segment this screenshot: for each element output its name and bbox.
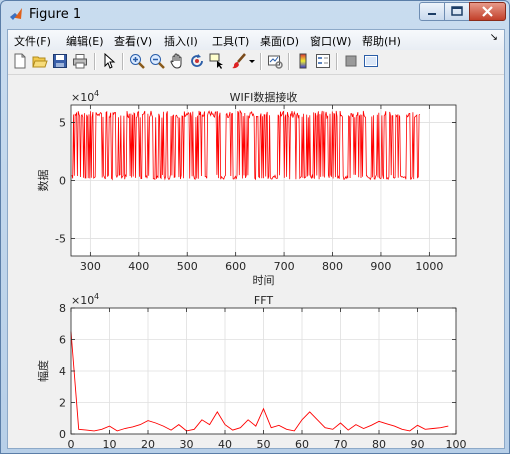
minimize-icon [428, 13, 436, 15]
x-tick-label: 500 [177, 260, 198, 273]
x-tick-label: 400 [128, 260, 149, 273]
menu-window[interactable]: 窗口(W) [310, 33, 351, 49]
colorbar-icon[interactable] [295, 53, 311, 69]
y-tick-label: 6 [59, 334, 66, 347]
figure-toolbar [8, 50, 504, 75]
x-tick-label: 20 [141, 438, 155, 448]
maximize-icon [451, 6, 463, 16]
menu-bar: 文件(F) 编辑(E) 查看(V) 插入(I) 工具(T) 桌面(D) 窗口(W… [8, 30, 504, 50]
y-tick-label: 0 [59, 175, 66, 188]
axis-exponent-power: 4 [94, 292, 99, 301]
toolbar-separator [336, 53, 338, 70]
y-tick-label: 0 [59, 428, 66, 441]
menu-file[interactable]: 文件(F) [14, 33, 51, 49]
axis-exponent: ×10 [71, 294, 94, 307]
toolbar-separator [94, 53, 96, 70]
toolbar-separator [122, 53, 124, 70]
print-icon[interactable] [72, 53, 88, 69]
maximize-button[interactable] [444, 2, 470, 21]
toolbar-separator [260, 53, 262, 70]
legend-icon[interactable] [315, 53, 331, 69]
figure-window: Figure 1 文件(F) 编辑(E) 查看(V) 插入(I) 工具(T) 桌… [0, 0, 510, 454]
menu-dock-arrow-icon[interactable]: ↘ [490, 32, 498, 43]
x-tick-label: 10 [103, 438, 117, 448]
x-tick-label: 50 [257, 438, 271, 448]
brush-dropdown-icon[interactable] [248, 53, 256, 69]
title-bar[interactable]: Figure 1 [1, 1, 509, 29]
x-tick-label: 60 [295, 438, 309, 448]
open-file-icon[interactable] [32, 53, 48, 69]
x-tick-label: 30 [180, 438, 194, 448]
x-tick-label: 40 [218, 438, 232, 448]
rotate-icon[interactable] [189, 53, 205, 69]
y-tick-label: 5 [59, 116, 66, 129]
close-button[interactable] [469, 2, 506, 21]
menu-desktop[interactable]: 桌面(D) [260, 33, 299, 49]
data-cursor-icon[interactable] [209, 53, 225, 69]
y-tick-label: 2 [59, 397, 66, 410]
toolbar-separator [288, 53, 290, 70]
x-tick-label: 800 [322, 260, 343, 273]
x-tick-label: 80 [372, 438, 386, 448]
figure-canvas: 300 400 500 600 700 800 900 1000-505×10 4 WIFI数据接… [8, 76, 504, 448]
hide-plot-tools-icon[interactable] [343, 53, 359, 69]
x-tick-label: 100 [446, 438, 467, 448]
brush-icon[interactable] [231, 53, 247, 69]
figure-client-area: 文件(F) 编辑(E) 查看(V) 插入(I) 工具(T) 桌面(D) 窗口(W… [7, 29, 505, 449]
window-title: Figure 1 [29, 7, 82, 22]
axis-exponent: ×10 [71, 91, 94, 104]
x-tick-label: 900 [370, 260, 391, 273]
new-figure-icon[interactable] [12, 53, 28, 69]
menu-help[interactable]: 帮助(H) [362, 33, 401, 49]
x-tick-label: 600 [225, 260, 246, 273]
y-axis-label: 幅度 [36, 360, 50, 382]
chart-title: WIFI数据接收 [230, 90, 298, 104]
pointer-icon[interactable] [101, 53, 117, 69]
close-icon [482, 6, 493, 17]
pan-icon[interactable] [169, 53, 185, 69]
x-tick-label: 70 [334, 438, 348, 448]
menu-edit[interactable]: 编辑(E) [66, 33, 104, 49]
y-axis-label: 数据 [36, 170, 50, 192]
x-tick-label: 90 [411, 438, 425, 448]
menu-insert[interactable]: 插入(I) [164, 33, 198, 49]
axis-exponent-power: 4 [94, 89, 99, 98]
y-tick-label: 4 [59, 365, 66, 378]
x-tick-label: 1000 [415, 260, 443, 273]
x-axis-label: 时间 [253, 274, 275, 287]
x-tick-label: 300 [80, 260, 101, 273]
save-icon[interactable] [52, 53, 68, 69]
link-plot-icon[interactable] [267, 53, 283, 69]
minimize-button[interactable] [419, 2, 445, 21]
menu-tools[interactable]: 工具(T) [212, 33, 249, 49]
matlab-logo-icon [10, 8, 22, 20]
show-plot-tools-icon[interactable] [363, 53, 379, 69]
zoom-out-icon[interactable] [149, 53, 165, 69]
menu-view[interactable]: 查看(V) [114, 33, 152, 49]
x-tick-label: 700 [274, 260, 295, 273]
y-tick-label: 8 [59, 302, 66, 315]
zoom-in-icon[interactable] [129, 53, 145, 69]
y-tick-label: -5 [55, 233, 66, 246]
chart-title: FFT [254, 294, 273, 307]
x-tick-label: 0 [68, 438, 75, 448]
